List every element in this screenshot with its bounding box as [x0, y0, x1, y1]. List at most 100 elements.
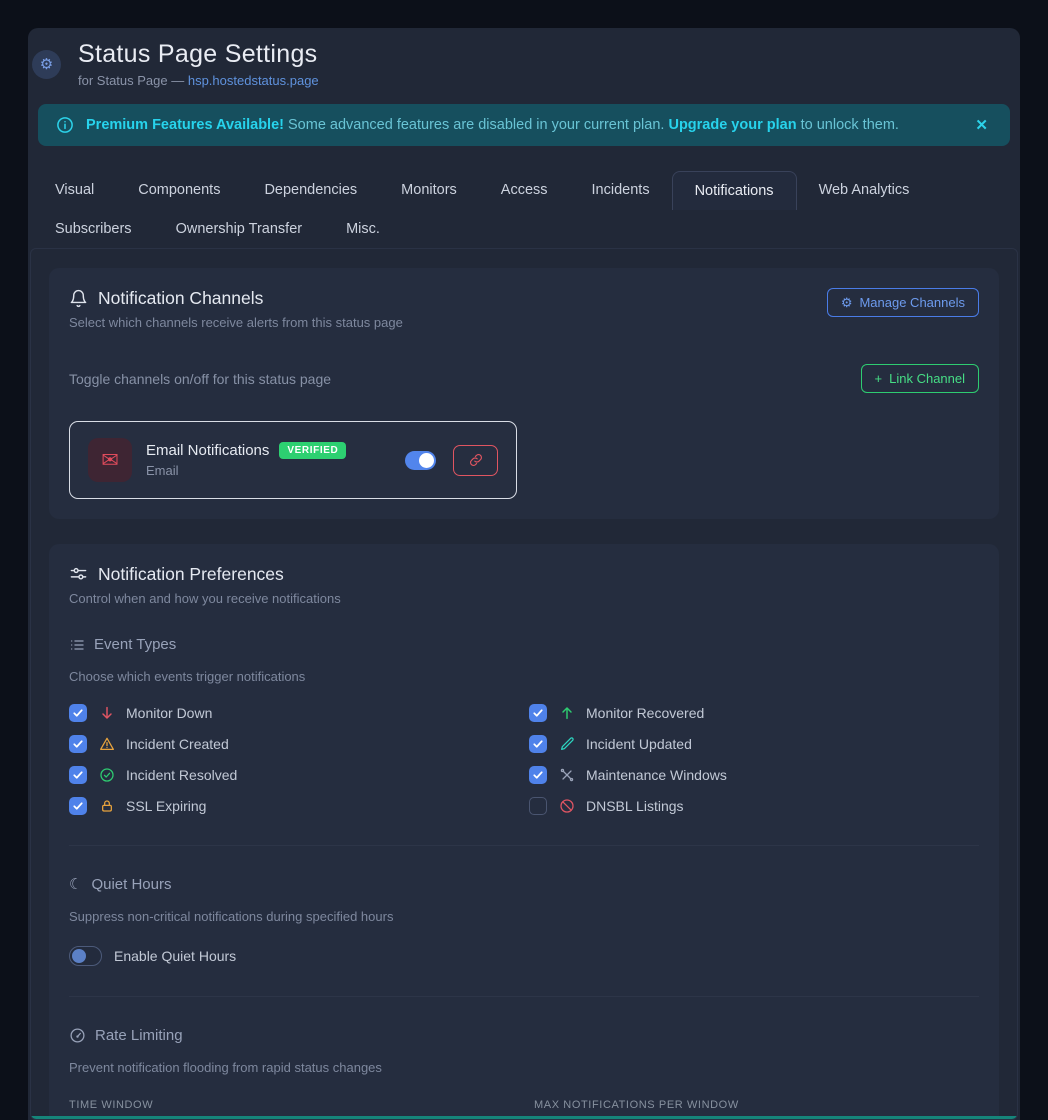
event-label: Incident Updated — [586, 736, 692, 752]
event-label: Monitor Recovered — [586, 705, 704, 721]
link-channel-button[interactable]: + Link Channel — [861, 364, 979, 393]
gauge-icon — [69, 1027, 86, 1044]
email-icon: ✉ — [88, 438, 132, 482]
premium-banner-text: Premium Features Available! Some advance… — [86, 117, 959, 133]
time-window-label: TIME WINDOW — [69, 1099, 514, 1111]
channel-info: Email Notifications VERIFIED Email — [146, 442, 391, 478]
tab-ownership-transfer[interactable]: Ownership Transfer — [154, 210, 325, 248]
channels-heading-block: Notification Channels Select which chann… — [69, 288, 403, 330]
preferences-title: Notification Preferences — [98, 564, 284, 585]
tab-subscribers[interactable]: Subscribers — [33, 210, 154, 248]
event-types-grid: Monitor DownMonitor RecoveredIncident Cr… — [69, 704, 989, 815]
enable-quiet-hours-toggle[interactable] — [69, 946, 102, 966]
pencil-icon — [558, 736, 575, 752]
plus-icon: + — [875, 371, 883, 386]
gear-glyph: ⚙ — [40, 57, 53, 72]
email-channel-toggle[interactable] — [405, 451, 436, 470]
channels-title-row: Notification Channels — [69, 288, 403, 309]
event-label: Monitor Down — [126, 705, 212, 721]
tab-dependencies[interactable]: Dependencies — [242, 171, 379, 210]
banner-text-mid: Some advanced features are disabled in y… — [284, 117, 668, 133]
event-type-item: SSL Expiring — [69, 797, 529, 815]
sliders-icon — [69, 565, 88, 584]
quiet-hours-subtitle: Suppress non-critical notifications duri… — [69, 909, 979, 924]
quiet-hours-heading-row: ☾ Quiet Hours — [69, 876, 979, 893]
banner-bold-intro: Premium Features Available! — [86, 117, 284, 133]
event-checkbox[interactable] — [529, 766, 547, 784]
page-header: ⚙ Status Page Settings for Status Page —… — [28, 28, 1020, 88]
channel-name: Email Notifications — [146, 442, 269, 459]
settings-tabs: VisualComponentsDependenciesMonitorsAcce… — [33, 171, 1020, 248]
event-type-item: DNSBL Listings — [529, 797, 989, 815]
rate-limiting-heading: Rate Limiting — [95, 1027, 183, 1044]
tab-incidents[interactable]: Incidents — [570, 171, 672, 210]
warning-icon — [98, 736, 115, 752]
tabs-row-2: SubscribersOwnership TransferMisc. — [33, 210, 1020, 248]
status-page-link[interactable]: hsp.hostedstatus.page — [188, 73, 319, 88]
preferences-title-row: Notification Preferences — [69, 564, 979, 585]
lock-icon — [98, 798, 115, 814]
channel-type: Email — [146, 463, 391, 478]
quiet-hours-toggle-label: Enable Quiet Hours — [114, 948, 236, 964]
tab-monitors[interactable]: Monitors — [379, 171, 479, 210]
tab-components[interactable]: Components — [116, 171, 242, 210]
max-notifications-label: MAX NOTIFICATIONS PER WINDOW — [534, 1099, 979, 1111]
event-checkbox[interactable] — [529, 704, 547, 722]
upgrade-plan-link[interactable]: Upgrade your plan — [668, 117, 796, 133]
info-icon — [56, 116, 74, 134]
check-circle-icon — [98, 767, 115, 783]
tabs-row-1: VisualComponentsDependenciesMonitorsAcce… — [33, 171, 1020, 210]
event-types-heading-row: Event Types — [69, 636, 979, 653]
event-label: Incident Resolved — [126, 767, 237, 783]
link-channel-label: Link Channel — [889, 371, 965, 386]
event-label: DNSBL Listings — [586, 798, 684, 814]
manage-channels-label: Manage Channels — [859, 295, 965, 310]
list-icon — [69, 637, 85, 653]
arrow-down-icon — [98, 705, 115, 721]
tab-access[interactable]: Access — [479, 171, 570, 210]
event-type-item: Monitor Recovered — [529, 704, 989, 722]
premium-banner: Premium Features Available! Some advance… — [38, 104, 1010, 146]
event-checkbox[interactable] — [69, 735, 87, 753]
toggle-knob — [72, 949, 86, 963]
tab-web-analytics[interactable]: Web Analytics — [797, 171, 932, 210]
event-types-heading: Event Types — [94, 636, 176, 653]
event-label: Maintenance Windows — [586, 767, 727, 783]
toggle-knob — [419, 453, 434, 468]
event-type-item: Maintenance Windows — [529, 766, 989, 784]
banner-text-end: to unlock them. — [797, 117, 899, 133]
channels-subtitle: Select which channels receive alerts fro… — [69, 315, 403, 330]
prohibited-icon — [558, 798, 575, 814]
bell-icon — [69, 289, 88, 308]
event-checkbox[interactable] — [529, 735, 547, 753]
event-checkbox[interactable] — [69, 704, 87, 722]
tab-visual[interactable]: Visual — [33, 171, 116, 210]
event-checkbox[interactable] — [69, 766, 87, 784]
toggle-hint: Toggle channels on/off for this status p… — [69, 371, 331, 387]
envelope-glyph: ✉ — [101, 448, 119, 473]
header-text: Status Page Settings for Status Page — h… — [78, 40, 319, 88]
moon-icon: ☾ — [69, 877, 82, 892]
manage-channels-button[interactable]: ⚙ Manage Channels — [827, 288, 979, 317]
page-subtitle: for Status Page — hsp.hostedstatus.page — [78, 73, 319, 88]
banner-close-icon[interactable]: ✕ — [971, 116, 992, 134]
email-channel-card: ✉ Email Notifications VERIFIED Email — [69, 421, 517, 499]
subtitle-prefix: for Status Page — — [78, 73, 188, 88]
tab-misc[interactable]: Misc. — [324, 210, 402, 248]
unlink-channel-button[interactable] — [453, 445, 498, 476]
rate-limiting-heading-row: Rate Limiting — [69, 1027, 979, 1044]
verified-badge: VERIFIED — [279, 442, 346, 459]
gear-icon: ⚙ — [841, 296, 853, 309]
divider — [69, 845, 979, 846]
tab-notifications[interactable]: Notifications — [672, 171, 797, 210]
notifications-tab-content: Notification Channels Select which chann… — [30, 248, 1018, 1120]
notification-channels-section: Notification Channels Select which chann… — [49, 268, 999, 519]
settings-panel: ⚙ Status Page Settings for Status Page —… — [28, 28, 1020, 1120]
event-types-subtitle: Choose which events trigger notification… — [69, 669, 979, 684]
event-checkbox[interactable] — [69, 797, 87, 815]
preferences-subtitle: Control when and how you receive notific… — [69, 591, 979, 606]
channels-title: Notification Channels — [98, 288, 263, 309]
event-checkbox[interactable] — [529, 797, 547, 815]
event-label: SSL Expiring — [126, 798, 206, 814]
event-type-item: Incident Resolved — [69, 766, 529, 784]
